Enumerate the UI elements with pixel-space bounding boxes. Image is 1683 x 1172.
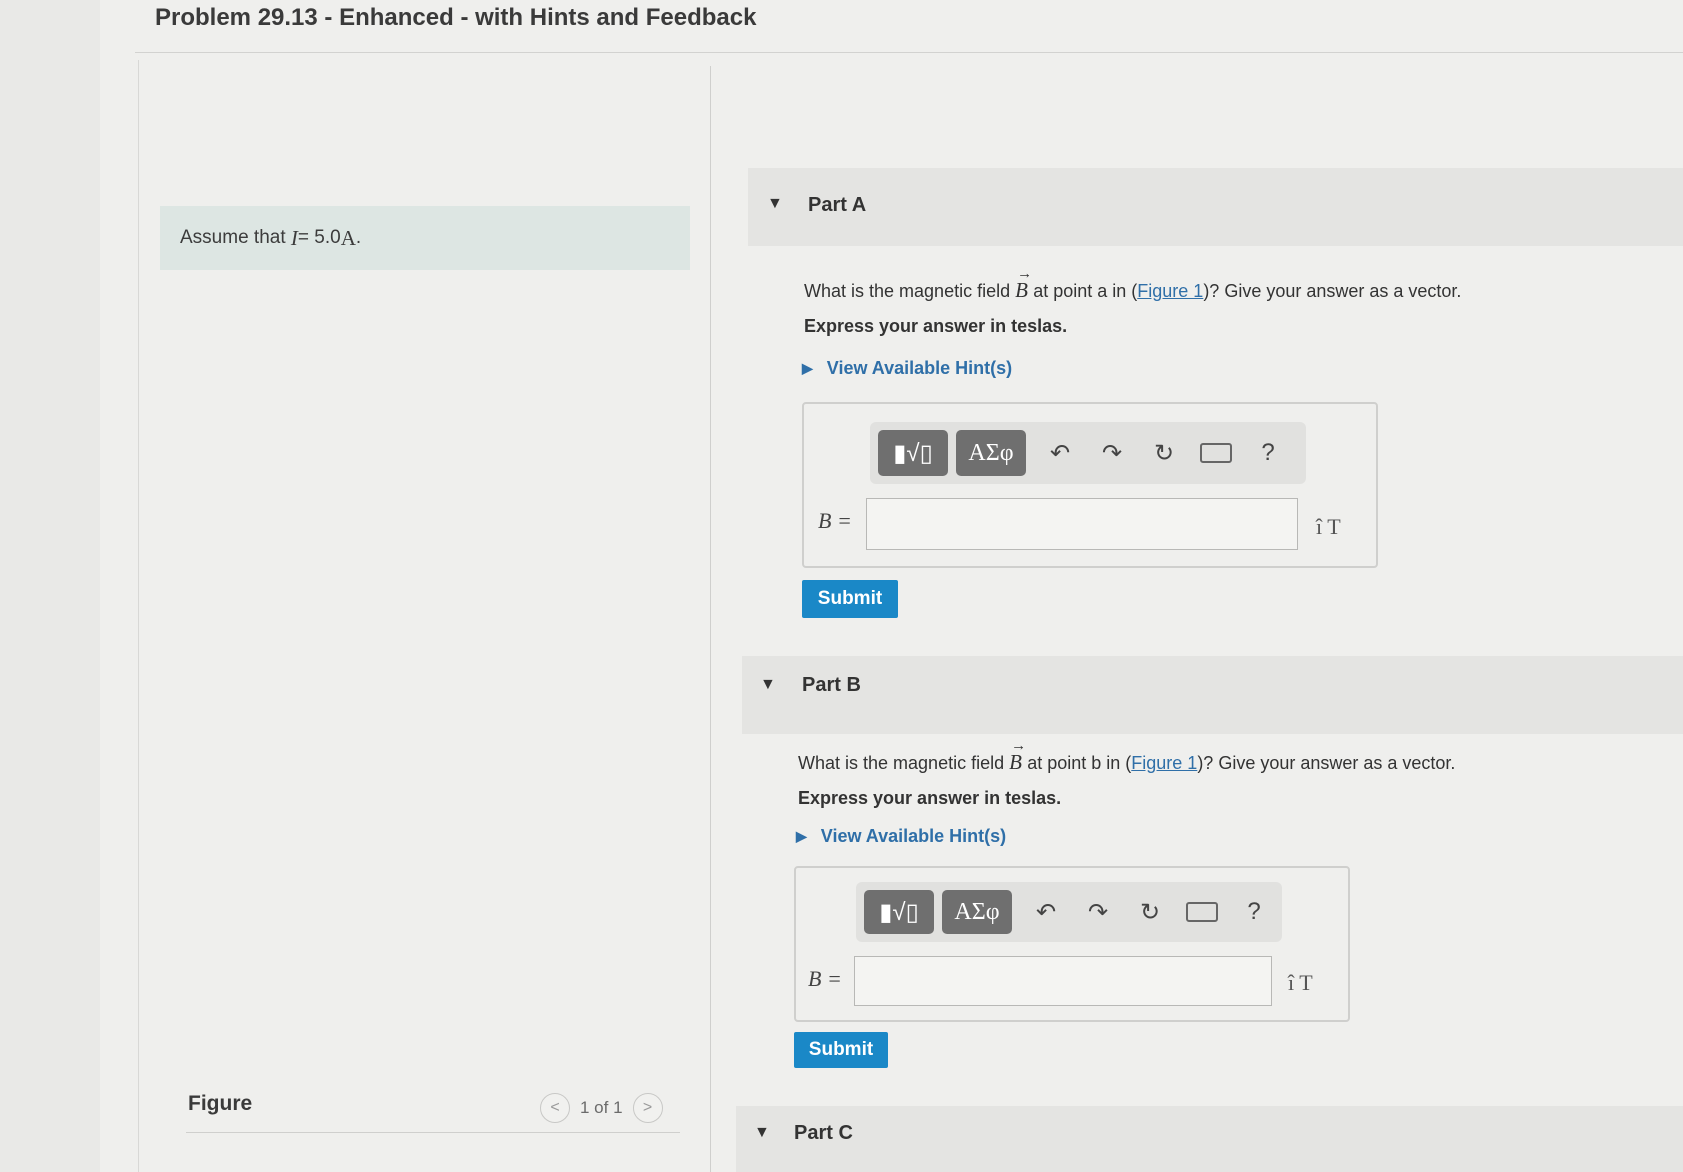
- page-title: Problem 29.13 - Enhanced - with Hints an…: [155, 4, 757, 31]
- help-icon[interactable]: ?: [1228, 898, 1280, 926]
- assume-symbol: I: [290, 225, 298, 250]
- column-divider: [710, 66, 711, 1172]
- assume-prefix: Assume that: [180, 227, 286, 248]
- vector-arrow-icon: →: [1017, 266, 1033, 282]
- part-b-question: What is the magnetic field → B at point …: [798, 738, 1456, 775]
- part-b-equation-label: B =: [808, 966, 842, 991]
- keyboard-shape: [1200, 443, 1232, 463]
- chevron-right-icon: >: [642, 1099, 653, 1116]
- part-a-unit: î T: [1316, 514, 1341, 539]
- assume-end: .: [355, 227, 362, 248]
- hint-label: View Available Hint(s): [826, 358, 1013, 378]
- figure-prev-button[interactable]: <: [540, 1093, 570, 1123]
- template-button[interactable]: ▮√▯: [864, 890, 934, 934]
- greek-symbols-button[interactable]: ΑΣφ: [942, 890, 1012, 934]
- greek-label: ΑΣφ: [954, 898, 1000, 925]
- figure-divider: [186, 1132, 680, 1133]
- templates-icon: ▮√▯: [893, 439, 933, 467]
- part-b-hint-toggle[interactable]: ▶ View Available Hint(s): [796, 826, 1006, 847]
- part-a-express: Express your answer in teslas.: [804, 316, 1068, 336]
- greek-label: ΑΣφ: [968, 439, 1014, 466]
- templates-icon: ▮√▯: [879, 898, 919, 926]
- title-divider: [135, 52, 1683, 53]
- undo-icon[interactable]: ↶: [1020, 898, 1072, 927]
- question-text-end: )? Give your answer as a vector.: [1203, 281, 1462, 301]
- assumption-box: Assume that I = 5.0 A .: [160, 206, 690, 270]
- part-b-answer-input[interactable]: [854, 956, 1272, 1006]
- chevron-left-icon: <: [550, 1099, 560, 1116]
- part-a-submit-button[interactable]: Submit: [802, 580, 898, 618]
- greek-symbols-button[interactable]: ΑΣφ: [956, 430, 1026, 476]
- part-a-collapse-icon[interactable]: ▼: [767, 195, 783, 213]
- reset-icon[interactable]: ↻: [1124, 898, 1176, 927]
- part-a-equation-label: B =: [818, 508, 852, 533]
- caret-right-icon: ▶: [796, 828, 807, 844]
- part-a-title: Part A: [808, 194, 867, 216]
- part-a-header[interactable]: [748, 168, 1683, 246]
- part-a-math-toolbar: ▮√▯ ΑΣφ ↶ ↷ ↻ ?: [870, 422, 1306, 484]
- assume-value: = 5.0: [297, 227, 341, 248]
- part-a-question: What is the magnetic field → B at point …: [804, 266, 1462, 303]
- caret-right-icon: ▶: [802, 360, 813, 376]
- template-button[interactable]: ▮√▯: [878, 430, 948, 476]
- question-text-mid: at point a in (: [1033, 281, 1138, 301]
- redo-icon[interactable]: ↷: [1086, 439, 1138, 468]
- assume-unit: A: [340, 225, 356, 250]
- vector-symbol: → B: [1015, 266, 1033, 302]
- part-b-title: Part B: [802, 674, 861, 696]
- part-b-header[interactable]: [742, 656, 1683, 734]
- question-text: What is the magnetic field: [804, 281, 1011, 301]
- help-icon[interactable]: ?: [1242, 439, 1294, 467]
- part-b-express: Express your answer in teslas.: [798, 788, 1062, 808]
- part-a-answer-input[interactable]: [866, 498, 1298, 550]
- part-c-collapse-icon[interactable]: ▼: [754, 1124, 770, 1142]
- part-b-unit: î T: [1288, 970, 1313, 995]
- part-c-header[interactable]: [736, 1106, 1683, 1172]
- figure-next-button[interactable]: >: [632, 1093, 663, 1123]
- keyboard-icon[interactable]: [1190, 443, 1242, 463]
- reset-icon[interactable]: ↻: [1138, 439, 1190, 468]
- question-text-mid: at point b in (: [1027, 753, 1132, 773]
- redo-icon[interactable]: ↷: [1072, 898, 1124, 927]
- hint-label: View Available Hint(s): [820, 826, 1007, 846]
- part-b-collapse-icon[interactable]: ▼: [760, 676, 776, 694]
- figure-counter: 1 of 1: [580, 1098, 623, 1117]
- keyboard-icon[interactable]: [1176, 902, 1228, 922]
- figure-pager: < 1 of 1 >: [540, 1093, 663, 1123]
- undo-icon[interactable]: ↶: [1034, 439, 1086, 468]
- question-text: What is the magnetic field: [798, 753, 1005, 773]
- keyboard-shape: [1186, 902, 1218, 922]
- figure-link[interactable]: Figure 1: [1131, 753, 1197, 773]
- figure-label: Figure: [188, 1092, 253, 1115]
- part-b-submit-button[interactable]: Submit: [794, 1032, 888, 1068]
- left-edge-line: [138, 60, 139, 1172]
- vector-arrow-icon: →: [1011, 738, 1027, 754]
- part-b-math-toolbar: ▮√▯ ΑΣφ ↶ ↷ ↻ ?: [856, 882, 1282, 942]
- part-c-title: Part C: [794, 1122, 853, 1144]
- part-a-hint-toggle[interactable]: ▶ View Available Hint(s): [802, 358, 1012, 379]
- figure-link[interactable]: Figure 1: [1137, 281, 1203, 301]
- vector-symbol: → B: [1009, 738, 1027, 774]
- question-text-end: )? Give your answer as a vector.: [1197, 753, 1456, 773]
